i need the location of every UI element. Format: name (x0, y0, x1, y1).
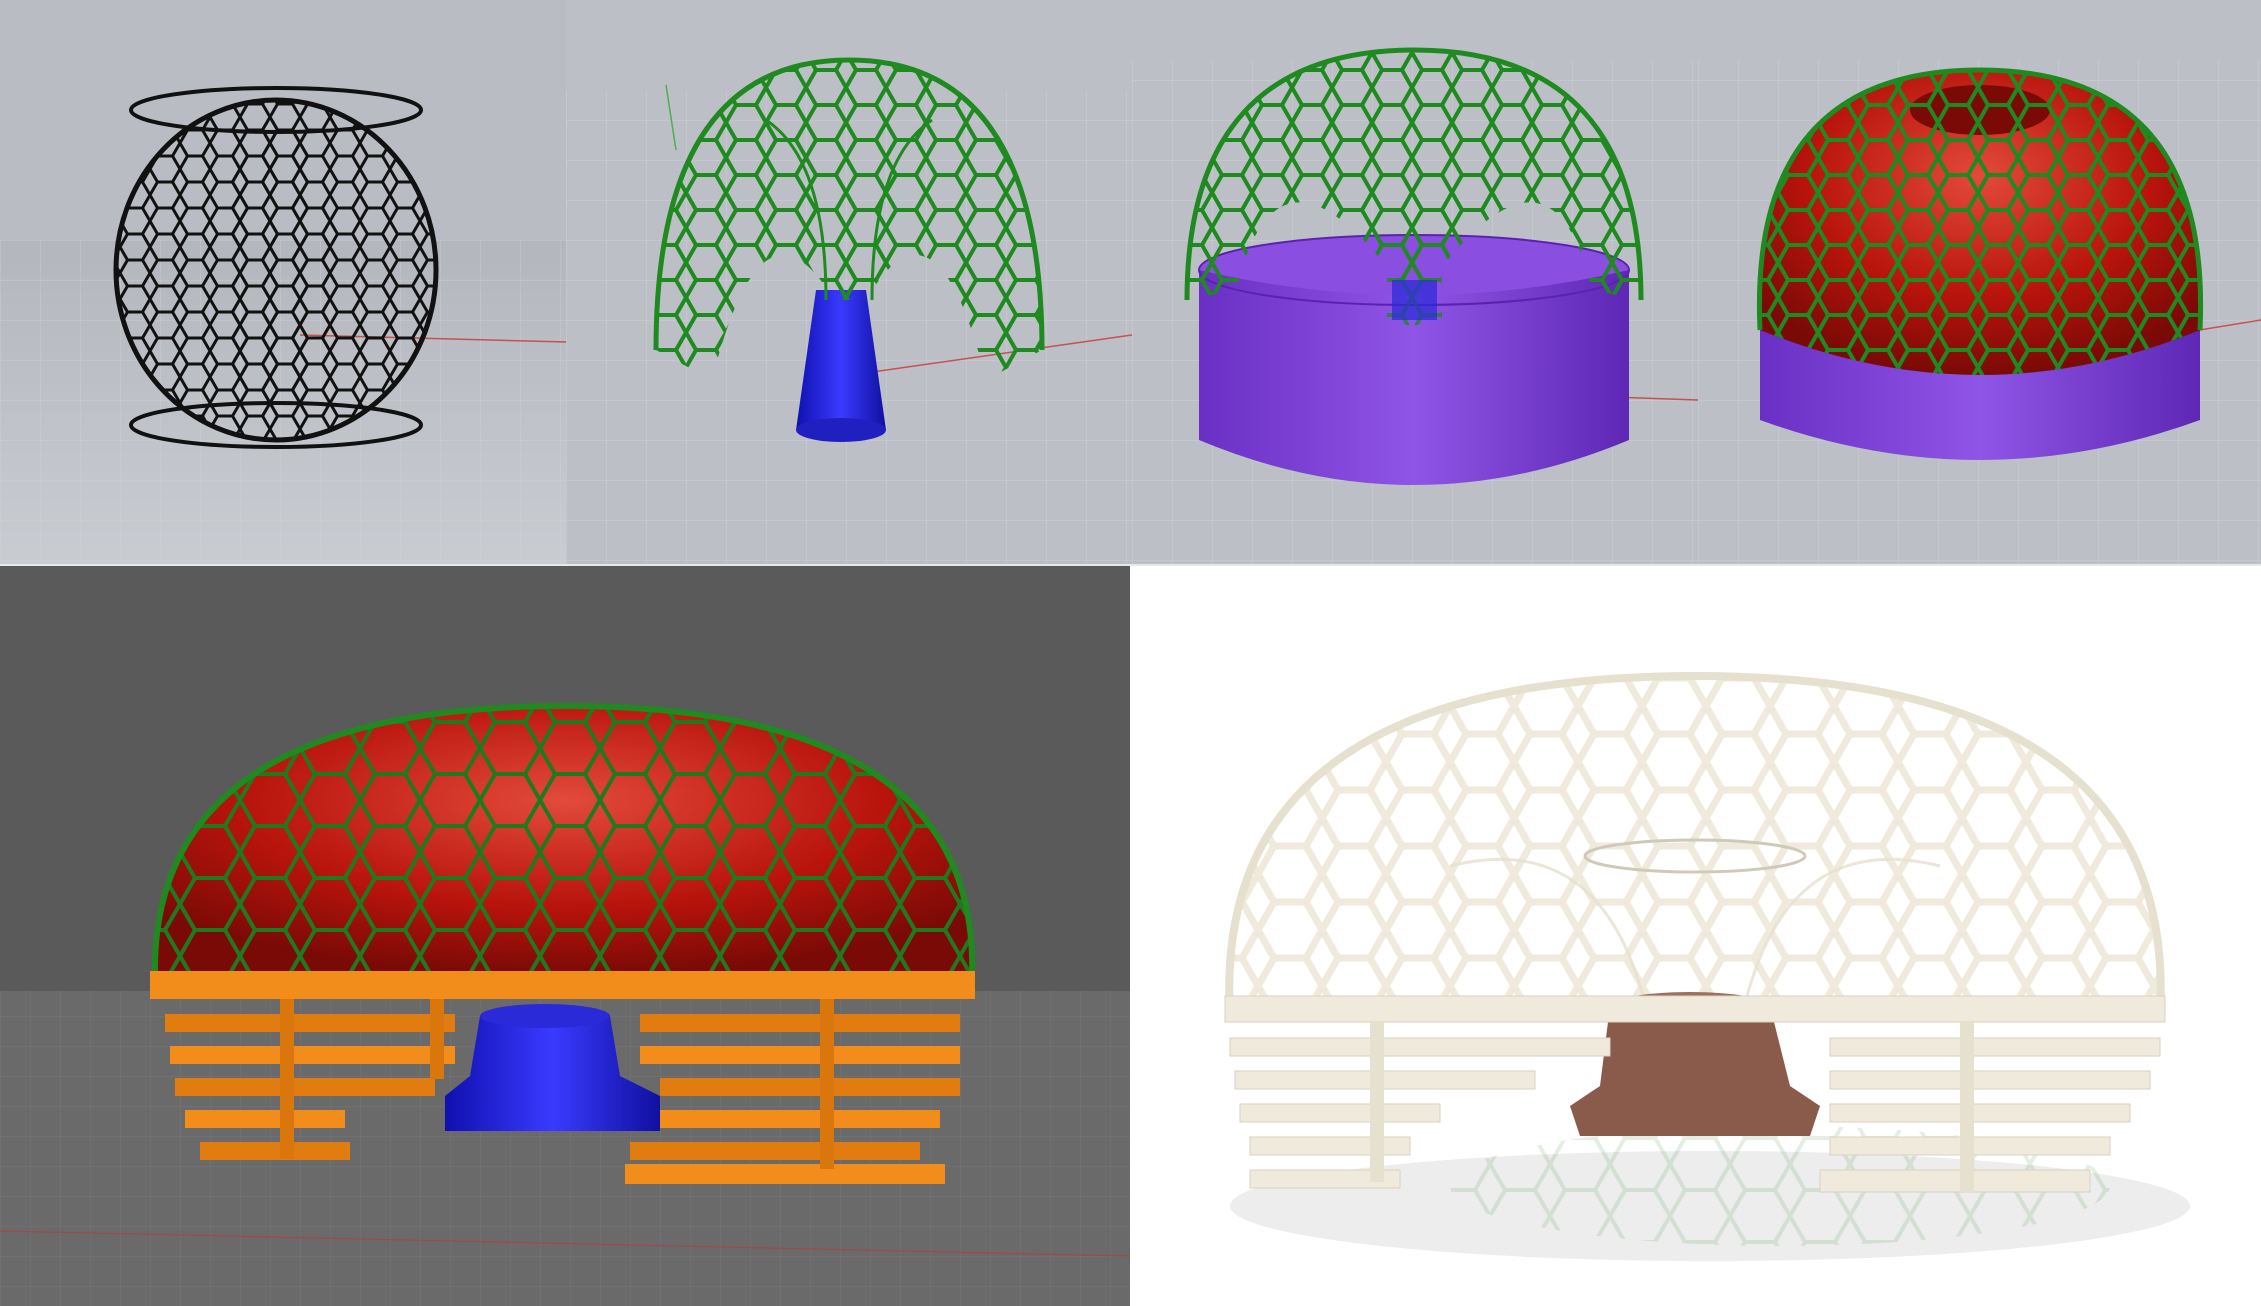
panel-black-lattice (0, 0, 566, 566)
viewport-black-lattice (0, 0, 566, 566)
panel-purple-base (1132, 0, 1698, 566)
panel-green-lattice-column (566, 0, 1132, 566)
panel-orange-slats (0, 566, 1130, 1306)
viewport-green-lattice (566, 0, 1132, 566)
row-divider (0, 564, 2261, 566)
green-lattice-overlay (1756, 67, 2204, 375)
viewport-purple-base (1132, 0, 1698, 566)
render-white-pavilion (1130, 566, 2261, 1306)
panel-white-render (1130, 566, 2261, 1306)
viewport-red-shell (1698, 0, 2261, 566)
panel-red-shell (1698, 0, 2261, 566)
viewport-orange-slats (0, 566, 1130, 1306)
